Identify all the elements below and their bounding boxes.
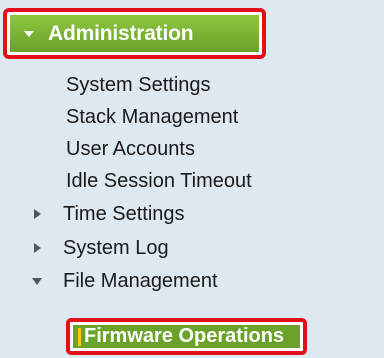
collapse-down-icon[interactable] (32, 278, 42, 285)
menu-item-system-settings[interactable]: System Settings (0, 69, 384, 101)
section-header-bar[interactable]: Administration (10, 15, 259, 52)
menu-item-label: User Accounts (66, 137, 195, 160)
menu-group-file-management[interactable]: File Management (0, 265, 384, 297)
chevron-down-icon (24, 30, 34, 37)
menu-group-label: System Log (63, 236, 169, 259)
navigation-panel: Administration System Settings Stack Man… (0, 0, 384, 358)
selection-marker (78, 327, 81, 346)
menu-item-idle-session-timeout[interactable]: Idle Session Timeout (0, 165, 384, 197)
expand-right-icon[interactable] (34, 209, 41, 219)
menu-item-stack-management[interactable]: Stack Management (0, 101, 384, 133)
menu-item-user-accounts[interactable]: User Accounts (0, 133, 384, 165)
menu-item-label: System Settings (66, 73, 211, 96)
administration-section-header[interactable]: Administration (3, 8, 266, 59)
menu-group-system-log[interactable]: System Log (0, 232, 384, 264)
menu-group-label: Time Settings (63, 202, 185, 225)
menu-item-label: Stack Management (66, 105, 239, 128)
menu-item-firmware-operations[interactable]: Firmware Operations (66, 318, 307, 355)
section-title: Administration (48, 21, 194, 45)
expand-right-icon[interactable] (34, 243, 41, 253)
selected-item-highlight[interactable]: Firmware Operations (73, 325, 300, 348)
menu-group-label: File Management (63, 269, 218, 292)
selected-item-label: Firmware Operations (84, 325, 285, 347)
menu-item-label: Idle Session Timeout (66, 169, 252, 192)
menu-group-time-settings[interactable]: Time Settings (0, 198, 384, 230)
